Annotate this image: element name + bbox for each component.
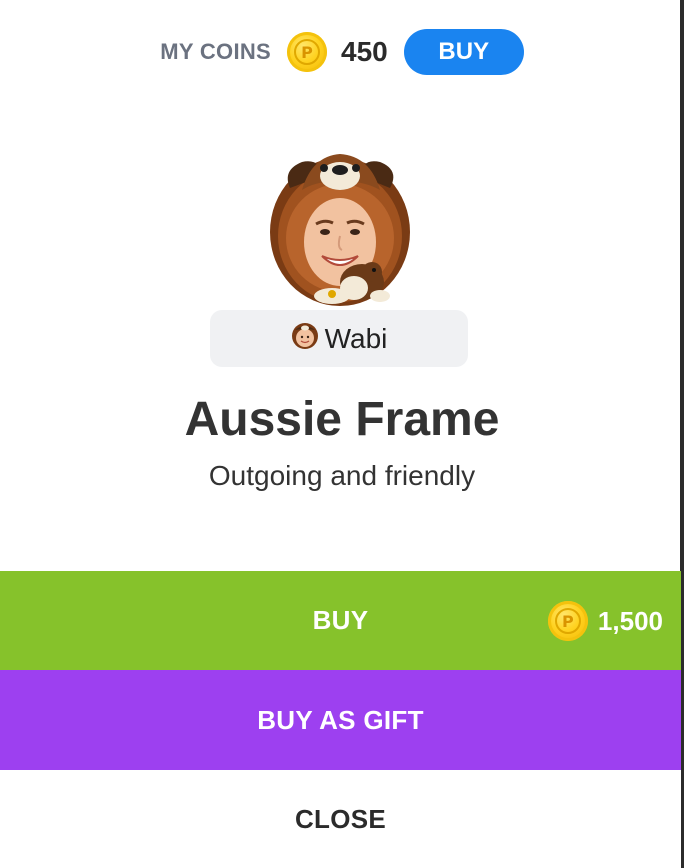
my-coins-label: MY COINS bbox=[160, 39, 272, 64]
price-tag: P 1,500 bbox=[547, 601, 663, 641]
coin-balance: 450 bbox=[341, 36, 388, 67]
owner-name: Wabi bbox=[324, 322, 388, 354]
item-title: Aussie Frame bbox=[184, 393, 500, 446]
price-value: 1,500 bbox=[597, 605, 663, 636]
close-button[interactable]: CLOSE bbox=[0, 770, 681, 868]
buy-coins-label: BUY bbox=[438, 38, 490, 65]
dog-frame-mini-icon bbox=[291, 322, 319, 355]
coin-icon: P bbox=[547, 601, 588, 641]
buy-button[interactable]: BUY P 1,500 bbox=[0, 571, 681, 670]
item-subtitle: Outgoing and friendly bbox=[208, 460, 476, 491]
owner-chip[interactable]: Wabi bbox=[210, 310, 468, 367]
buy-coins-button[interactable]: BUY bbox=[403, 29, 524, 75]
dog-frame-avatar-icon bbox=[262, 150, 422, 310]
buy-as-gift-label: BUY AS GIFT bbox=[257, 704, 424, 735]
buy-button-label: BUY bbox=[312, 605, 369, 635]
item-purchase-dialog: MY COINS P 450 BUY Wabi Aussie Frame Out… bbox=[0, 0, 684, 868]
close-button-label: CLOSE bbox=[294, 803, 387, 834]
coins-bar: MY COINS P 450 BUY bbox=[0, 28, 684, 76]
coin-icon: P bbox=[287, 32, 328, 72]
buy-as-gift-button[interactable]: BUY AS GIFT bbox=[0, 670, 681, 770]
